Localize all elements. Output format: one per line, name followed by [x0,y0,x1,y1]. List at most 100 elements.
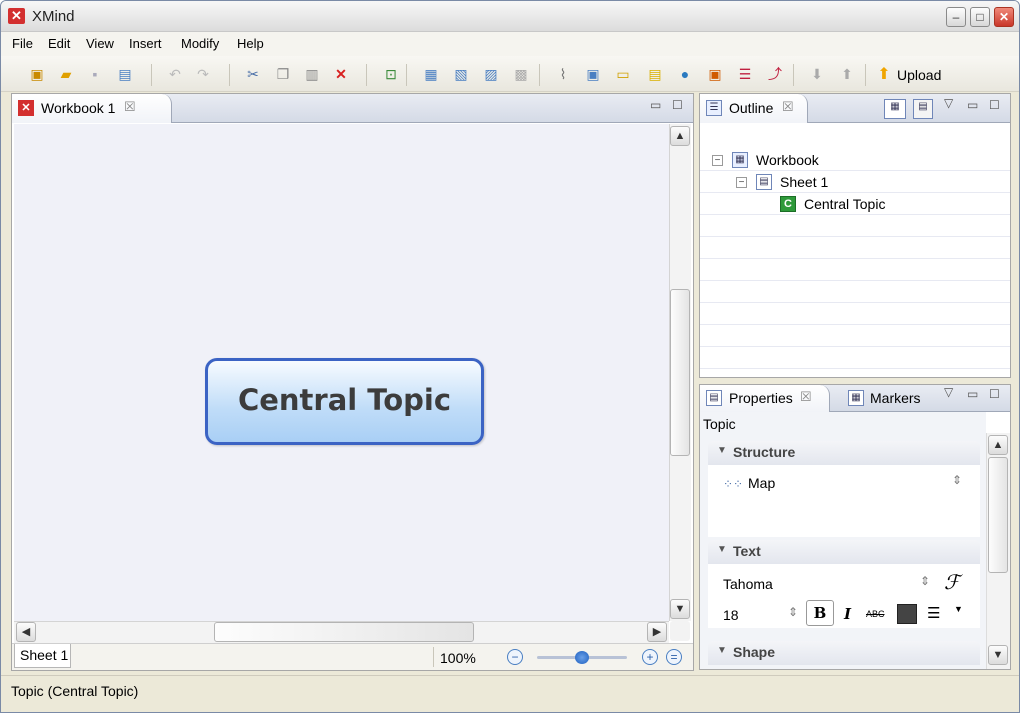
select-arrows-icon[interactable]: ⇕ [920,574,930,588]
print-icon[interactable]: ▤ [116,65,134,83]
font-dialog-icon[interactable]: ℱ [944,570,960,594]
map-view-icon[interactable]: ▦ [884,99,906,119]
redo-icon[interactable]: ↷ [194,65,212,83]
minimize-button[interactable]: – [946,7,966,27]
scroll-up-button[interactable]: ▲ [670,126,690,146]
copy-icon[interactable]: ❐ [274,65,292,83]
hyperlink-globe-icon[interactable]: ● [676,65,694,83]
list-view-icon[interactable]: ▤ [913,99,933,119]
minimize-view-icon[interactable]: ▭ [967,98,978,112]
summary-icon[interactable]: ☰ [736,65,754,83]
move-up-icon[interactable]: ⬆ [838,65,856,83]
menu-help[interactable]: Help [237,36,264,51]
empty-row [700,260,1010,281]
cut-icon[interactable]: ✂ [244,65,262,83]
minimize-view-icon[interactable]: ▭ [650,98,661,112]
strikethrough-toggle-icon[interactable]: ABC [866,609,885,619]
tab-outline[interactable]: ☰ Outline ☒ [700,94,808,123]
tree-item-workbook[interactable]: − ▦ Workbook [700,150,1010,171]
text-section-header[interactable]: ▼ Text [708,540,980,564]
close-properties-icon[interactable]: ☒ [800,389,812,405]
bold-toggle-icon[interactable]: B [806,600,834,626]
empty-row [700,326,1010,347]
shape-section-header[interactable]: ▼ Shape [708,641,980,665]
structure-section-header[interactable]: ▼ Structure [708,441,980,465]
close-tab-icon[interactable]: ☒ [124,99,136,115]
drill-down-icon[interactable]: ⊡ [382,65,400,83]
font-size-select[interactable]: 18 [723,607,739,623]
sheet-tab[interactable]: Sheet 1 [14,644,71,668]
upload-button[interactable]: ⬆ Upload [875,65,941,85]
properties-scrollbar[interactable]: ▲ ▼ [986,433,1010,669]
maximize-view-icon[interactable]: ☐ [989,98,1000,112]
attachment-icon[interactable]: ⌇ [554,65,572,83]
maximize-view-icon[interactable]: ☐ [672,98,683,112]
move-down-icon[interactable]: ⬇ [808,65,826,83]
structure-select[interactable]: Map [748,475,775,491]
central-topic-node[interactable]: Central Topic [205,358,484,445]
zoom-in-icon[interactable]: + [642,649,658,665]
minimize-view-icon[interactable]: ▭ [967,387,978,401]
tab-markers[interactable]: Markers [870,390,921,406]
zoom-fit-icon[interactable]: = [666,649,682,665]
text-color-swatch[interactable] [897,604,917,624]
scroll-down-button[interactable]: ▼ [988,645,1008,665]
note-icon[interactable]: ▤ [646,65,664,83]
tree-item-sheet[interactable]: − ▤ Sheet 1 [700,172,1010,193]
outline-icon: ☰ [706,100,722,116]
collapse-toggle-icon[interactable]: − [712,155,723,166]
maximize-view-icon[interactable]: ☐ [989,387,1000,401]
tab-properties[interactable]: ▤ Properties ☒ [700,385,830,412]
maximize-button[interactable]: □ [970,7,990,27]
view-menu-icon[interactable]: ▽ [944,96,953,110]
align-icon[interactable]: ☰ [927,604,940,622]
undo-icon[interactable]: ↶ [166,65,184,83]
properties-context-label: Topic [703,416,736,432]
scroll-right-button[interactable]: ▶ [647,622,667,642]
close-outline-icon[interactable]: ☒ [782,99,794,115]
status-text: Topic (Central Topic) [11,683,139,699]
expand-triangle-icon: ▼ [717,645,727,656]
save-icon[interactable]: ▪ [86,65,104,83]
close-window-button[interactable]: ✕ [994,7,1014,27]
view-menu-icon[interactable]: ▽ [944,385,953,399]
menu-file[interactable]: File [12,36,33,51]
menu-edit[interactable]: Edit [48,36,70,51]
vertical-scroll-thumb[interactable] [670,289,690,456]
image-icon[interactable]: ▣ [584,65,602,83]
tree-item-central-topic[interactable]: C Central Topic [700,194,1010,215]
label-icon[interactable]: ▭ [614,65,632,83]
boundary-icon[interactable]: ▣ [706,65,724,83]
menu-modify[interactable]: Modify [181,36,219,51]
tab-workbook-1[interactable]: ✕ Workbook 1 ☒ [12,94,172,123]
menu-view[interactable]: View [86,36,114,51]
scroll-up-button[interactable]: ▲ [988,435,1008,455]
dropdown-arrow-icon[interactable]: ▼ [954,604,963,614]
new-icon[interactable]: ▣ [28,65,46,83]
relationship-icon[interactable]: ⤴ [766,65,784,83]
italic-toggle-icon[interactable]: I [844,605,851,623]
select-arrows-icon[interactable]: ⇕ [788,605,798,619]
horizontal-scrollbar[interactable]: ◀ ▶ [14,621,669,643]
insert-floating-icon[interactable]: ▩ [512,65,530,83]
insert-subtopic-icon[interactable]: ▧ [452,65,470,83]
collapse-toggle-icon[interactable]: − [736,177,747,188]
delete-icon[interactable]: ✕ [332,65,350,83]
menu-insert[interactable]: Insert [129,36,162,51]
select-arrows-icon[interactable]: ⇕ [952,473,962,487]
scroll-left-button[interactable]: ◀ [16,622,36,642]
paste-icon[interactable]: ▥ [303,65,321,83]
zoom-out-icon[interactable]: − [507,649,523,665]
vertical-scrollbar[interactable]: ▲ ▼ [669,124,691,621]
zoom-slider-knob[interactable] [575,651,589,664]
font-select[interactable]: Tahoma [723,576,773,592]
scroll-down-button[interactable]: ▼ [670,599,690,619]
mindmap-canvas[interactable]: Central Topic [14,124,669,621]
scroll-corner [670,621,690,641]
horizontal-scroll-thumb[interactable] [214,622,474,642]
mindmap-editor: ✕ Workbook 1 ☒ ▭ ☐ Central Topic ▲ ▼ ◀ ▶… [11,93,694,671]
properties-scroll-thumb[interactable] [988,457,1008,573]
insert-topic-icon[interactable]: ▦ [422,65,440,83]
open-folder-icon[interactable]: ▰ [57,65,75,83]
insert-parent-icon[interactable]: ▨ [482,65,500,83]
